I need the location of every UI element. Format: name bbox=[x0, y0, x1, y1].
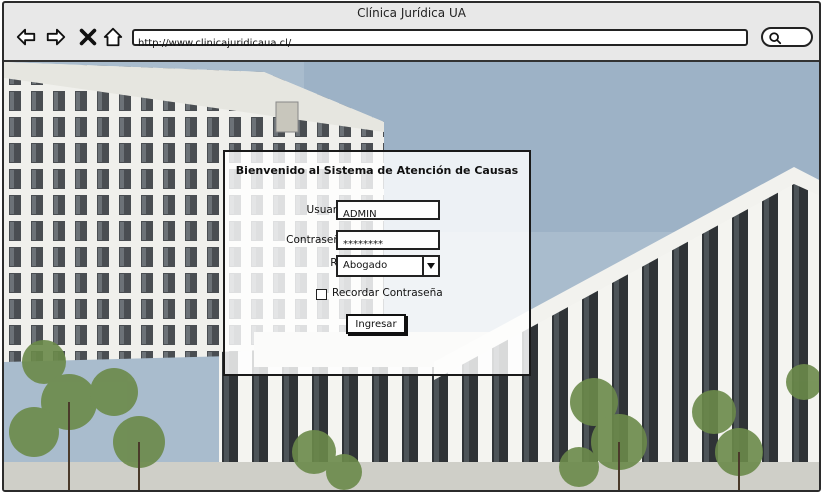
back-button[interactable] bbox=[14, 25, 38, 49]
search-icon bbox=[769, 32, 782, 45]
role-select-value: Abogado bbox=[343, 260, 388, 271]
home-icon bbox=[103, 27, 123, 47]
close-icon bbox=[79, 28, 97, 46]
login-title: Bienvenido al Sistema de Atención de Cau… bbox=[235, 164, 519, 177]
search-button[interactable] bbox=[761, 27, 813, 47]
arrow-left-icon bbox=[16, 28, 36, 46]
browser-window: Clínica Jurídica UA http://www.clinicaju… bbox=[2, 1, 821, 492]
arrow-right-icon bbox=[46, 28, 66, 46]
window-title: Clínica Jurídica UA bbox=[357, 6, 466, 20]
stop-button[interactable] bbox=[76, 25, 100, 49]
password-input[interactable] bbox=[338, 236, 438, 253]
role-select[interactable]: Abogado bbox=[336, 255, 440, 277]
password-field[interactable] bbox=[336, 230, 440, 253]
chevron-down-icon bbox=[422, 257, 438, 275]
url-input[interactable] bbox=[134, 37, 746, 50]
login-dialog: Bienvenido al Sistema de Atención de Cau… bbox=[223, 150, 531, 376]
remember-label: Recordar Contraseña bbox=[332, 287, 443, 299]
page-content: Bienvenido al Sistema de Atención de Cau… bbox=[4, 62, 819, 490]
login-submit-button[interactable]: Ingresar bbox=[346, 314, 406, 334]
address-bar[interactable] bbox=[132, 29, 748, 50]
username-input[interactable] bbox=[338, 206, 438, 223]
role-label: Rol: bbox=[245, 257, 350, 269]
home-button[interactable] bbox=[101, 25, 125, 49]
forward-button[interactable] bbox=[44, 25, 68, 49]
password-label: Contraseña: bbox=[286, 234, 350, 246]
remember-checkbox[interactable] bbox=[316, 289, 327, 300]
username-label: Usuario: bbox=[306, 204, 350, 216]
username-field[interactable] bbox=[336, 200, 440, 223]
browser-toolbar bbox=[4, 23, 819, 61]
